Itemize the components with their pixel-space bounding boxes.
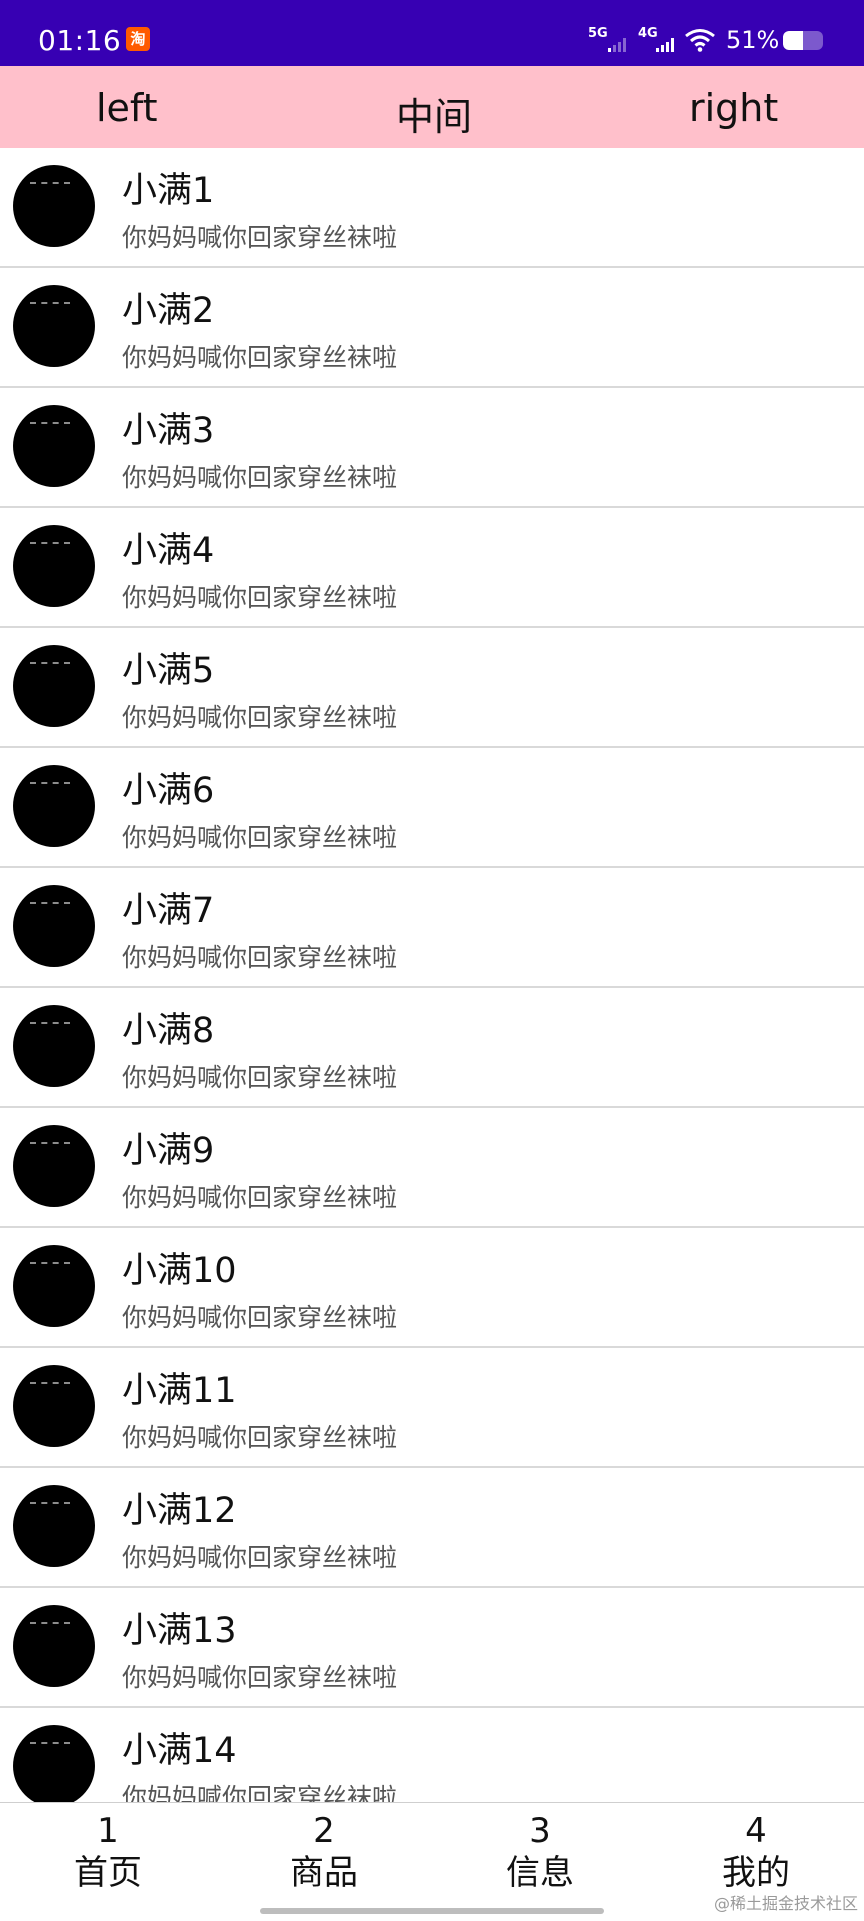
item-subtitle: 你妈妈喊你回家穿丝袜啦	[122, 583, 398, 612]
item-subtitle: 你妈妈喊你回家穿丝袜啦	[122, 1063, 398, 1092]
avatar	[13, 645, 95, 727]
top-bar-center: 中间	[396, 95, 473, 139]
avatar	[13, 1365, 95, 1447]
avatar	[13, 1125, 95, 1207]
top-bar-left[interactable]: left	[96, 86, 158, 130]
status-bar: 01:16 淘 5G 4G 51%	[0, 0, 864, 66]
item-title: 小满3	[122, 411, 215, 451]
item-subtitle: 你妈妈喊你回家穿丝袜啦	[122, 1423, 398, 1452]
item-title: 小满5	[122, 651, 215, 691]
avatar-decoration	[30, 782, 70, 788]
item-subtitle: 你妈妈喊你回家穿丝袜啦	[122, 1663, 398, 1692]
tab-mine[interactable]: 4 我的	[648, 1811, 864, 1895]
item-subtitle: 你妈妈喊你回家穿丝袜啦	[122, 1183, 398, 1212]
avatar-decoration	[30, 1622, 70, 1628]
taobao-app-icon: 淘	[126, 27, 150, 51]
watermark: @稀土掘金技术社区	[713, 1894, 858, 1913]
tab-label: 首页	[74, 1853, 142, 1893]
item-title: 小满8	[122, 1011, 215, 1051]
tab-messages[interactable]: 3 信息	[432, 1811, 648, 1895]
tab-label: 我的	[722, 1853, 790, 1893]
avatar	[13, 1605, 95, 1687]
list-item[interactable]: 小满3 你妈妈喊你回家穿丝袜啦	[0, 388, 864, 508]
battery-icon	[783, 31, 823, 50]
list-item[interactable]: 小满13 你妈妈喊你回家穿丝袜啦	[0, 1588, 864, 1708]
item-subtitle: 你妈妈喊你回家穿丝袜啦	[122, 463, 398, 492]
item-title: 小满14	[122, 1731, 237, 1771]
avatar	[13, 1005, 95, 1087]
tab-number: 3	[529, 1811, 551, 1851]
avatar-decoration	[30, 1382, 70, 1388]
tab-number: 2	[313, 1811, 335, 1851]
avatar-decoration	[30, 1022, 70, 1028]
avatar-decoration	[30, 1742, 70, 1748]
signal-4g-icon: 4G	[638, 26, 676, 52]
avatar	[13, 765, 95, 847]
item-subtitle: 你妈妈喊你回家穿丝袜啦	[122, 1303, 398, 1332]
avatar-decoration	[30, 302, 70, 308]
avatar-decoration	[30, 1502, 70, 1508]
item-title: 小满10	[122, 1251, 237, 1291]
list-item[interactable]: 小满10 你妈妈喊你回家穿丝袜啦	[0, 1228, 864, 1348]
battery-level	[783, 31, 804, 50]
list-item[interactable]: 小满12 你妈妈喊你回家穿丝袜啦	[0, 1468, 864, 1588]
item-title: 小满4	[122, 531, 215, 571]
tab-label: 商品	[290, 1853, 358, 1893]
item-title: 小满11	[122, 1371, 237, 1411]
item-title: 小满7	[122, 891, 215, 931]
item-title: 小满13	[122, 1611, 237, 1651]
avatar	[13, 405, 95, 487]
list-item[interactable]: 小满5 你妈妈喊你回家穿丝袜啦	[0, 628, 864, 748]
avatar-decoration	[30, 542, 70, 548]
wifi-icon	[685, 29, 715, 52]
avatar-decoration	[30, 422, 70, 428]
status-time: 01:16	[38, 24, 122, 57]
signal-5g-icon: 5G	[588, 26, 628, 52]
tab-number: 4	[745, 1811, 767, 1851]
avatar-decoration	[30, 1262, 70, 1268]
top-bar: left 中间 right	[0, 66, 864, 148]
avatar	[13, 165, 95, 247]
item-subtitle: 你妈妈喊你回家穿丝袜啦	[122, 223, 398, 252]
avatar	[13, 525, 95, 607]
list-item[interactable]: 小满2 你妈妈喊你回家穿丝袜啦	[0, 268, 864, 388]
avatar-decoration	[30, 182, 70, 188]
top-bar-right[interactable]: right	[689, 86, 778, 130]
item-subtitle: 你妈妈喊你回家穿丝袜啦	[122, 943, 398, 972]
item-title: 小满1	[122, 171, 215, 211]
avatar	[13, 1485, 95, 1567]
item-subtitle: 你妈妈喊你回家穿丝袜啦	[122, 823, 398, 852]
avatar	[13, 1245, 95, 1327]
tab-home[interactable]: 1 首页	[0, 1811, 216, 1895]
avatar	[13, 285, 95, 367]
list-item[interactable]: 小满6 你妈妈喊你回家穿丝袜啦	[0, 748, 864, 868]
avatar-decoration	[30, 662, 70, 668]
list-item[interactable]: 小满11 你妈妈喊你回家穿丝袜啦	[0, 1348, 864, 1468]
item-subtitle: 你妈妈喊你回家穿丝袜啦	[122, 343, 398, 372]
battery-percent: 51%	[726, 26, 780, 54]
list-item[interactable]: 小满7 你妈妈喊你回家穿丝袜啦	[0, 868, 864, 988]
list-item[interactable]: 小满9 你妈妈喊你回家穿丝袜啦	[0, 1108, 864, 1228]
home-indicator[interactable]	[260, 1908, 604, 1914]
tab-label: 信息	[506, 1853, 574, 1893]
avatar-decoration	[30, 902, 70, 908]
tab-number: 1	[97, 1811, 119, 1851]
list-item[interactable]: 小满1 你妈妈喊你回家穿丝袜啦	[0, 148, 864, 268]
item-list[interactable]: 小满1 你妈妈喊你回家穿丝袜啦 小满2 你妈妈喊你回家穿丝袜啦 小满3 你妈妈喊你回家穿丝…	[0, 148, 864, 1828]
item-title: 小满6	[122, 771, 215, 811]
item-title: 小满2	[122, 291, 215, 331]
item-subtitle: 你妈妈喊你回家穿丝袜啦	[122, 1543, 398, 1572]
item-title: 小满12	[122, 1491, 237, 1531]
list-item[interactable]: 小满4 你妈妈喊你回家穿丝袜啦	[0, 508, 864, 628]
item-title: 小满9	[122, 1131, 215, 1171]
avatar	[13, 885, 95, 967]
item-subtitle: 你妈妈喊你回家穿丝袜啦	[122, 703, 398, 732]
avatar	[13, 1725, 95, 1807]
tab-products[interactable]: 2 商品	[216, 1811, 432, 1895]
avatar-decoration	[30, 1142, 70, 1148]
list-item[interactable]: 小满8 你妈妈喊你回家穿丝袜啦	[0, 988, 864, 1108]
